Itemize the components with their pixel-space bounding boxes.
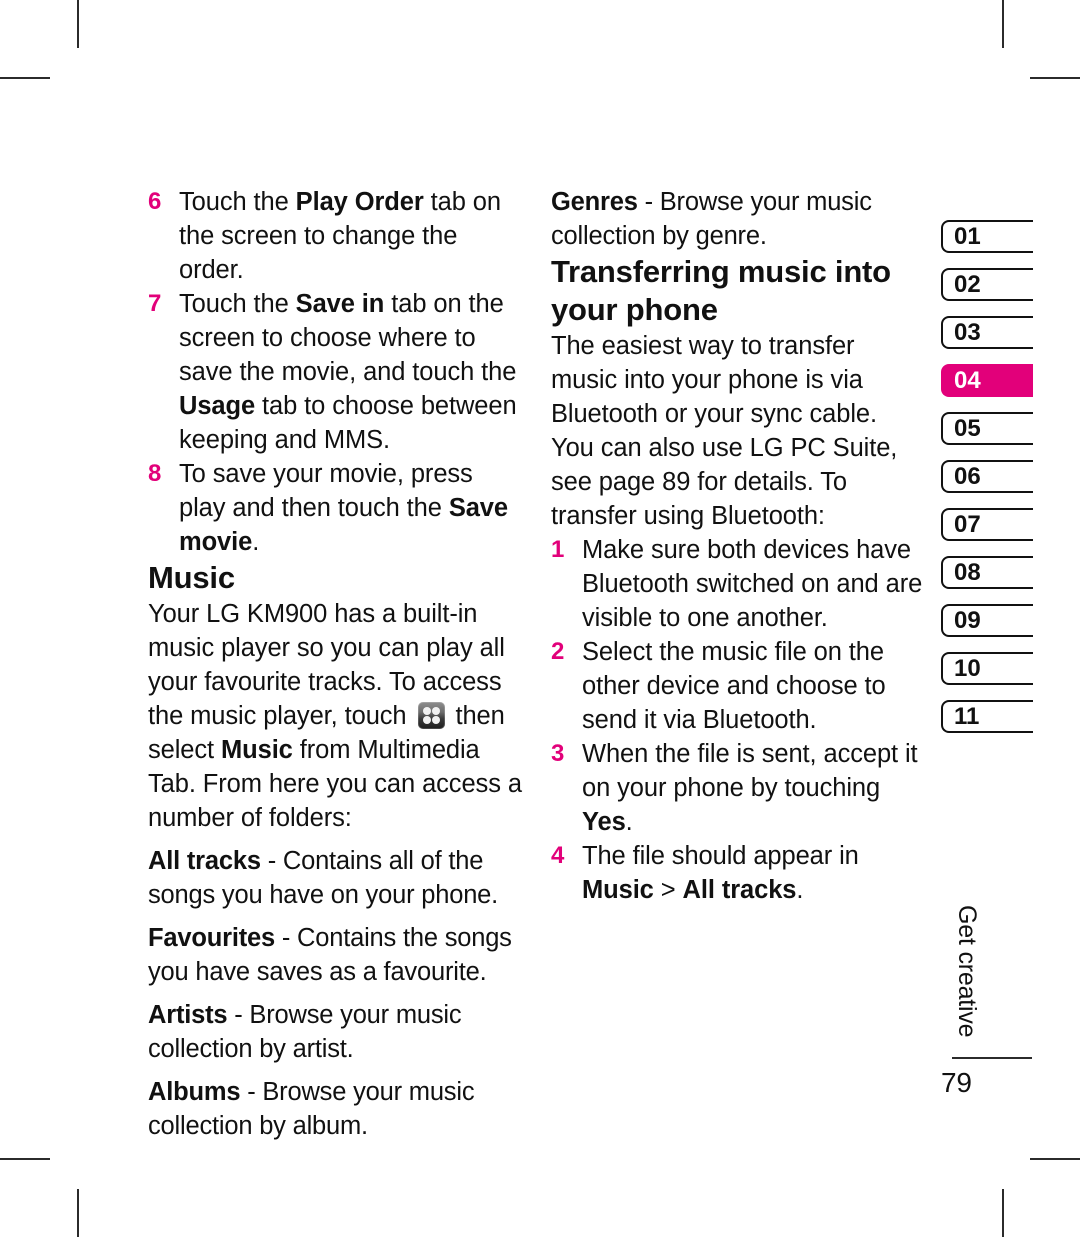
- step-number: 4: [551, 842, 565, 869]
- chapter-tab-03[interactable]: 03: [941, 316, 1033, 349]
- emphasis-term: All tracks: [682, 876, 797, 904]
- chapter-tab-label: 09: [954, 606, 981, 634]
- crop-mark-bottom-left-horizontal: [0, 1158, 50, 1160]
- step-text: When the file is sent, accept it on your…: [582, 740, 918, 836]
- numbered-step-list-continued: 6 Touch the Play Order tab on the screen …: [148, 185, 523, 559]
- running-head-label: Get creative: [953, 905, 981, 1038]
- chapter-tab-11[interactable]: 11: [941, 700, 1033, 733]
- crop-mark-bottom-right-vertical: [1002, 1189, 1004, 1237]
- crop-mark-top-right-vertical: [1002, 0, 1004, 48]
- crop-mark-bottom-right-horizontal: [1030, 1158, 1080, 1160]
- step-text: Select the music file on the other devic…: [582, 638, 886, 734]
- music-intro-paragraph: Your LG KM900 has a built-in music playe…: [148, 600, 522, 832]
- numbered-step-item: 3 When the file is sent, accept it on you…: [551, 737, 923, 839]
- emphasis-term: Usage: [179, 392, 256, 420]
- step-number: 8: [148, 460, 162, 487]
- step-text: Touch the Play Order tab on the screen t…: [179, 188, 501, 284]
- chapter-tab-label: 01: [954, 222, 981, 250]
- chapter-tab-label: 08: [954, 558, 981, 586]
- step-number: 1: [551, 536, 565, 563]
- emphasis-term: Music: [582, 876, 654, 904]
- manual-page: 6 Touch the Play Order tab on the screen …: [0, 0, 1080, 1237]
- music-folder-definition-list: All tracks - Contains all of the songs y…: [148, 844, 523, 1143]
- numbered-step-item: 7 Touch the Save in tab on the screen to …: [148, 287, 523, 457]
- running-head: Get creative: [952, 905, 981, 1037]
- emphasis-term: Music: [221, 736, 293, 764]
- folder-name: Genres: [551, 188, 638, 216]
- crop-mark-bottom-left-vertical: [77, 1189, 79, 1237]
- multimedia-grid-icon: [417, 702, 445, 729]
- emphasis-term: Save movie: [179, 494, 508, 556]
- right-text-column: Genres - Browse your music collection by…: [551, 185, 923, 907]
- chapter-tab-01[interactable]: 01: [941, 220, 1033, 253]
- crop-mark-top-right-horizontal: [1030, 77, 1080, 79]
- step-text: The file should appear in Music > All tr…: [582, 842, 859, 904]
- chapter-tab-label: 02: [954, 270, 981, 298]
- folder-definition-item: Genres - Browse your music collection by…: [551, 185, 923, 253]
- numbered-step-item: 2 Select the music file on the other devi…: [551, 635, 923, 737]
- numbered-step-item: 4 The file should appear in Music > All t…: [551, 839, 923, 907]
- step-number: 3: [551, 740, 565, 767]
- transfer-paragraph-2: You can also use LG PC Suite, see page 8…: [551, 434, 898, 530]
- chapter-tab-04[interactable]: 04: [941, 364, 1033, 397]
- numbered-step-item: 6 Touch the Play Order tab on the screen …: [148, 185, 523, 287]
- chapter-tab-label: 04: [954, 366, 981, 394]
- emphasis-term: Yes: [582, 808, 626, 836]
- chapter-tab-label: 10: [954, 654, 981, 682]
- transfer-paragraph-1: The easiest way to transfer music into y…: [551, 332, 877, 428]
- step-number: 6: [148, 188, 162, 215]
- folder-definition-item: Artists - Browse your music collection b…: [148, 998, 523, 1066]
- folder-name: All tracks: [148, 847, 261, 875]
- numbered-step-item: 8 To save your movie, press play and then…: [148, 457, 523, 559]
- chapter-tab-02[interactable]: 02: [941, 268, 1033, 301]
- chapter-tab-08[interactable]: 08: [941, 556, 1033, 589]
- chapter-tab-05[interactable]: 05: [941, 412, 1033, 445]
- chapter-tab-label: 06: [954, 462, 981, 490]
- chapter-tab-label: 11: [954, 702, 980, 730]
- folder-definition-item: All tracks - Contains all of the songs y…: [148, 844, 523, 912]
- folder-name: Artists: [148, 1001, 228, 1029]
- step-text: Touch the Save in tab on the screen to c…: [179, 290, 517, 454]
- crop-mark-top-left-horizontal: [0, 77, 50, 79]
- chapter-tab-strip: 01 02 03 04 05 06 07 08 09 10 11: [941, 220, 1080, 748]
- step-text: Make sure both devices have Bluetooth sw…: [582, 536, 923, 632]
- chapter-tab-10[interactable]: 10: [941, 652, 1033, 685]
- emphasis-term: Save in: [295, 290, 385, 318]
- folio-rule: [952, 1057, 1032, 1059]
- folder-name: Albums: [148, 1078, 241, 1106]
- music-folder-definition-list-continued: Genres - Browse your music collection by…: [551, 185, 923, 253]
- step-number: 2: [551, 638, 565, 665]
- chapter-tab-label: 03: [954, 318, 981, 346]
- chapter-tab-09[interactable]: 09: [941, 604, 1033, 637]
- chapter-tab-06[interactable]: 06: [941, 460, 1033, 493]
- page-number: 79: [941, 1067, 972, 1098]
- numbered-step-item: 1 Make sure both devices have Bluetooth s…: [551, 533, 923, 635]
- crop-mark-top-left-vertical: [77, 0, 79, 48]
- chapter-tab-label: 05: [954, 414, 981, 442]
- emphasis-term: Play Order: [295, 188, 424, 216]
- left-text-column: 6 Touch the Play Order tab on the screen …: [148, 185, 523, 1143]
- chapter-tab-label: 07: [954, 510, 981, 538]
- step-number: 7: [148, 290, 162, 317]
- section-heading-music: Music: [148, 560, 235, 595]
- bluetooth-transfer-step-list: 1 Make sure both devices have Bluetooth s…: [551, 533, 923, 907]
- chapter-tab-07[interactable]: 07: [941, 508, 1033, 541]
- folder-definition-item: Favourites - Contains the songs you have…: [148, 921, 523, 989]
- section-heading-transferring-music: Transferring music into your phone: [551, 254, 891, 327]
- folder-definition-item: Albums - Browse your music collection by…: [148, 1075, 523, 1143]
- step-text: To save your movie, press play and then …: [179, 460, 508, 556]
- folder-name: Favourites: [148, 924, 275, 952]
